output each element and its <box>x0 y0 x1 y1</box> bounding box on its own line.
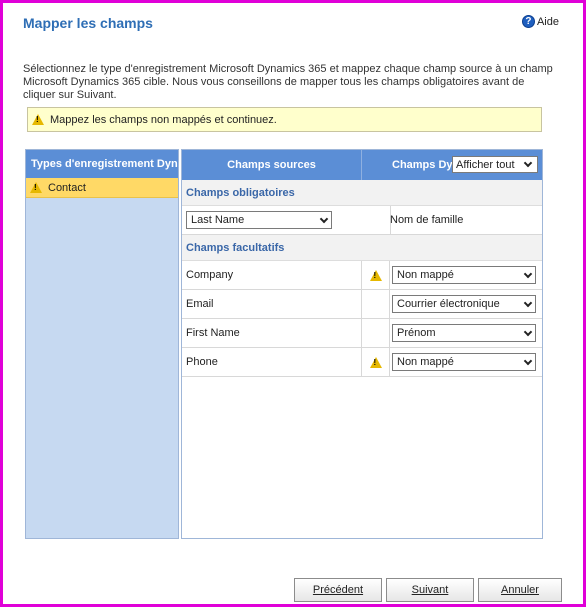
mapping-header: Champs sources Champs Dynamics 365 Affic… <box>182 150 542 180</box>
target-field-label: Nom de famille <box>390 214 464 226</box>
optional-section-header: Champs facultatifs <box>182 235 542 261</box>
chevron-down-icon <box>523 298 533 307</box>
source-cell: Last Name <box>182 206 390 234</box>
warning-icon <box>369 269 382 281</box>
filter-dropdown[interactable]: Afficher tout <box>452 156 538 173</box>
mapping-row: Email Courrier électronique <box>182 290 542 319</box>
filter-value: Afficher tout <box>456 158 515 171</box>
mapping-row: Company Non mappé <box>182 261 542 290</box>
target-cell: Non mappé <box>390 353 536 371</box>
warning-icon <box>30 182 42 193</box>
source-field-label: Email <box>182 290 362 318</box>
source-fields-header: Champs sources <box>182 150 362 180</box>
source-field-value: Last Name <box>191 214 245 226</box>
previous-button[interactable]: Précédent <box>294 578 382 602</box>
warning-bar: Mappez les champs non mappés et continue… <box>27 107 542 132</box>
source-field-label: Company <box>182 261 362 289</box>
record-types-header: Types d'enregistrement Dynamics 365 <box>26 150 178 178</box>
next-button-label: Suivant <box>411 584 449 596</box>
target-field-value: Courrier électronique <box>397 298 500 310</box>
target-field-value: Non mappé <box>397 356 454 368</box>
chevron-down-icon <box>523 158 533 168</box>
mapping-row: Phone Non mappé <box>182 348 542 377</box>
page-title: Mapper les champs <box>23 15 153 31</box>
source-field-label: First Name <box>182 319 362 347</box>
target-field-dropdown[interactable]: Prénom <box>392 324 536 342</box>
field-mapping-panel: Champs sources Champs Dynamics 365 Affic… <box>181 149 543 539</box>
help-link[interactable]: ? Aide <box>521 15 559 28</box>
warning-icon <box>32 114 44 125</box>
target-cell: Non mappé <box>390 266 536 284</box>
record-types-panel: Types d'enregistrement Dynamics 365 Cont… <box>25 149 179 539</box>
target-field-dropdown[interactable]: Non mappé <box>392 266 536 284</box>
record-type-item-contact[interactable]: Contact <box>26 178 178 198</box>
chevron-down-icon <box>523 269 533 278</box>
mapping-row: Last Name Nom de famille <box>182 206 542 235</box>
next-button[interactable]: Suivant <box>386 578 474 602</box>
cancel-button[interactable]: Annuler <box>478 578 562 602</box>
chevron-down-icon <box>319 214 329 223</box>
warning-text: Mappez les champs non mappés et continue… <box>50 113 277 126</box>
required-section-header: Champs obligatoires <box>182 180 542 206</box>
dialog-frame: Mapper les champs ? Aide Sélectionnez le… <box>0 0 586 607</box>
warning-cell <box>362 290 390 318</box>
warning-cell <box>362 261 390 289</box>
chevron-down-icon <box>523 327 533 336</box>
source-field-label: Phone <box>182 348 362 376</box>
warning-icon <box>369 356 382 368</box>
source-field-dropdown[interactable]: Last Name <box>186 211 332 229</box>
help-icon: ? <box>521 15 535 28</box>
mapping-row: First Name Prénom <box>182 319 542 348</box>
cancel-button-label: Annuler <box>501 584 539 596</box>
chevron-down-icon <box>523 356 533 365</box>
record-type-label: Contact <box>48 181 86 194</box>
target-field-value: Prénom <box>397 327 436 339</box>
target-field-value: Non mappé <box>397 269 454 281</box>
target-field-dropdown[interactable]: Non mappé <box>392 353 536 371</box>
target-cell: Courrier électronique <box>390 295 536 313</box>
warning-cell <box>362 348 390 376</box>
previous-button-label: Précédent <box>312 584 364 596</box>
target-cell: Prénom <box>390 324 536 342</box>
help-label: Aide <box>536 15 559 28</box>
instructions-text: Sélectionnez le type d'enregistrement Mi… <box>23 63 553 101</box>
warning-cell <box>362 319 390 347</box>
target-field-dropdown[interactable]: Courrier électronique <box>392 295 536 313</box>
